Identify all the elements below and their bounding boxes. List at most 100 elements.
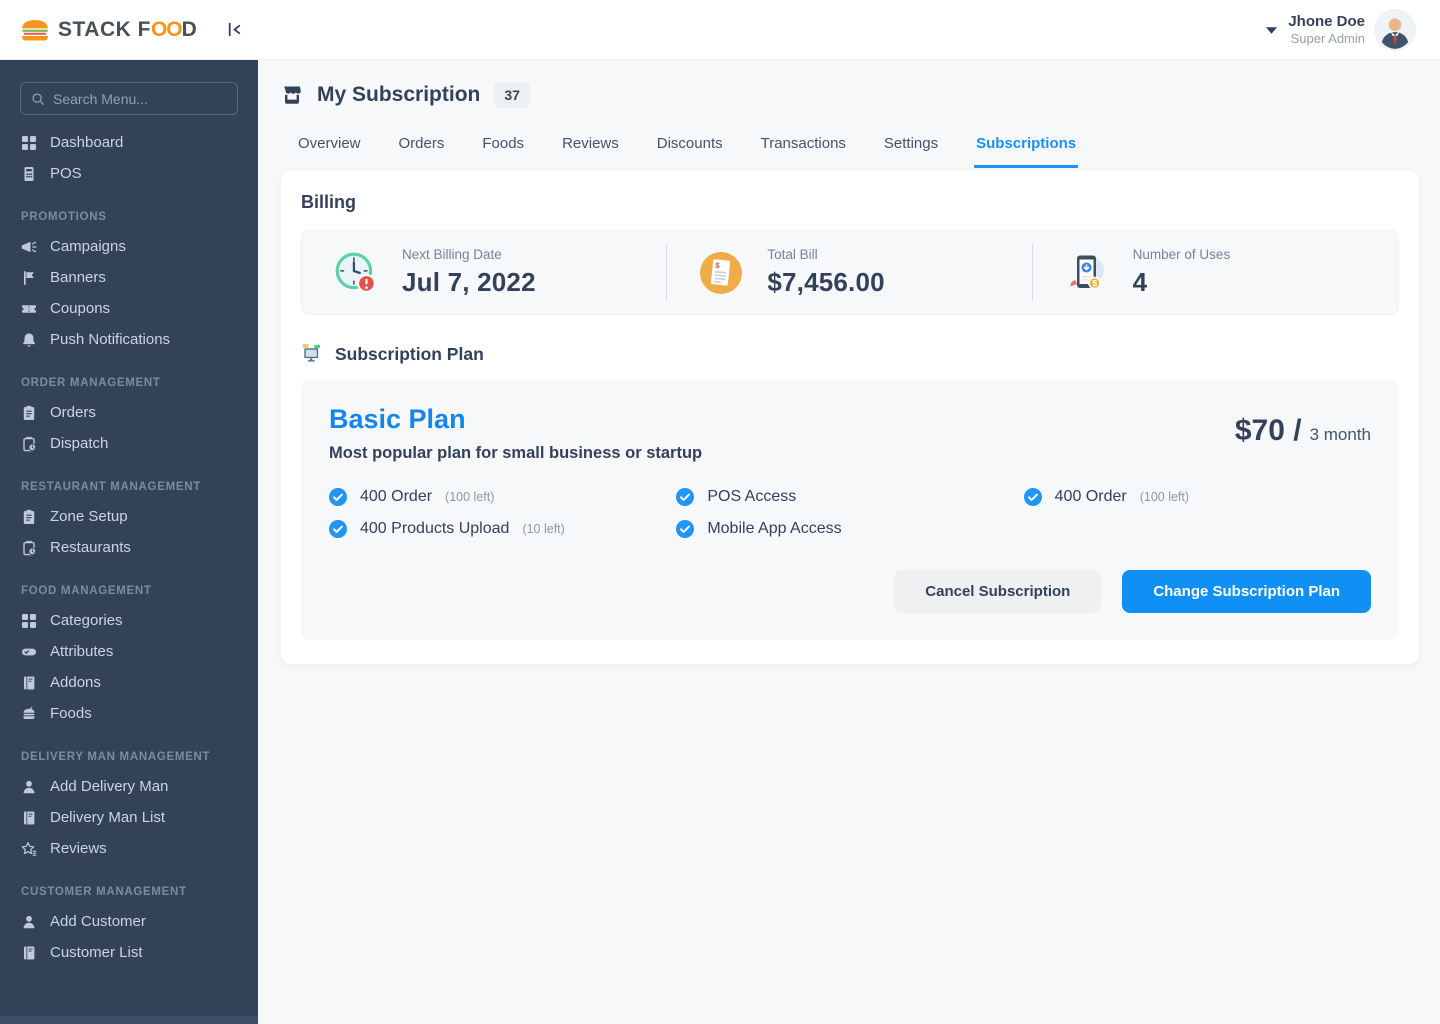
book-icon	[21, 675, 37, 691]
change-subscription-plan-button[interactable]: Change Subscription Plan	[1122, 570, 1371, 613]
burger-icon	[21, 706, 37, 722]
menu-search[interactable]	[20, 82, 238, 115]
sidebar-item-orders[interactable]: Orders	[0, 397, 258, 428]
sidebar-item-label: Customer List	[50, 944, 143, 961]
sidebar-section-title: PROMOTIONS	[21, 211, 107, 223]
topbar: STACK FOOD Jhone Doe Super Admin	[0, 0, 1440, 60]
sidebar-item-reviews[interactable]: Reviews	[0, 833, 258, 864]
sidebar-item-coupons[interactable]: Coupons	[0, 293, 258, 324]
search-input[interactable]	[53, 90, 234, 107]
sidebar: Dashboard POS PROMOTIONS Campaigns Banners Co…	[0, 60, 258, 1024]
feature-note: (100 left)	[445, 490, 495, 504]
megaphone-icon	[21, 239, 37, 255]
sidebar-item-dashboard[interactable]: Dashboard	[0, 127, 258, 158]
sidebar-item-pos[interactable]: POS	[0, 158, 258, 189]
sidebar-item-delivery-man-list[interactable]: Delivery Man List	[0, 802, 258, 833]
billing-stat-next-billing-date: Next Billing Date Jul 7, 2022	[302, 231, 668, 314]
sidebar-item-banners[interactable]: Banners	[0, 262, 258, 293]
billing-stat-number-of-uses: $ Number of Uses 4	[1033, 231, 1398, 314]
sidebar-section-title: CUSTOMER MANAGEMENT	[21, 886, 187, 898]
sidebar-item-push-notifications[interactable]: Push Notifications	[0, 324, 258, 355]
sidebar-item-attributes[interactable]: Attributes	[0, 636, 258, 667]
phone-dollar-icon: $	[1063, 249, 1111, 297]
monitor-chat-icon	[301, 343, 323, 365]
sidebar-item-label: Add Customer	[50, 913, 146, 930]
price-period: 3 month	[1309, 425, 1371, 444]
page-head: My Subscription 37	[281, 82, 1419, 108]
feature-text: 400 Order	[360, 488, 433, 505]
sidebar-item-label: Delivery Man List	[50, 809, 166, 826]
search-icon	[31, 92, 45, 106]
sidebar-item-dispatch[interactable]: Dispatch	[0, 428, 258, 459]
sidebar-item-add-customer[interactable]: Add Customer	[0, 906, 258, 937]
sidebar-collapse-icon[interactable]	[225, 21, 243, 39]
clipboard-icon	[21, 509, 37, 525]
stat-label: Number of Uses	[1132, 247, 1231, 262]
cancel-subscription-button[interactable]: Cancel Subscription	[894, 570, 1102, 613]
subscription-count-badge: 37	[494, 82, 530, 108]
tab-discounts[interactable]: Discounts	[655, 135, 725, 168]
sidebar-item-addons[interactable]: Addons	[0, 667, 258, 698]
sidebar-section-title: ORDER MANAGEMENT	[21, 377, 161, 389]
grid-icon	[21, 613, 37, 629]
tab-foods[interactable]: Foods	[480, 135, 526, 168]
svg-text:$: $	[1092, 278, 1097, 288]
sidebar-item-categories[interactable]: Categories	[0, 605, 258, 636]
sidebar-item-label: Foods	[50, 705, 92, 722]
check-icon	[1023, 488, 1042, 506]
sidebar-item-campaigns[interactable]: Campaigns	[0, 231, 258, 262]
tab-transactions[interactable]: Transactions	[759, 135, 848, 168]
bell-icon	[21, 332, 37, 348]
brand-name: STACK FOOD	[58, 18, 198, 41]
clipboard-clock-icon	[21, 540, 37, 556]
clipboard-clock-icon	[21, 436, 37, 452]
plan-panel: Basic Plan Most popular plan for small b…	[301, 380, 1399, 640]
sidebar-nav: Dashboard POS PROMOTIONS Campaigns Banners Co…	[0, 127, 258, 968]
check-icon	[676, 520, 695, 538]
sidebar-item-customer-list[interactable]: Customer List	[0, 937, 258, 968]
check-icon	[329, 488, 347, 506]
tab-orders[interactable]: Orders	[397, 135, 447, 168]
sidebar-section-title: DELIVERY MAN MANAGEMENT	[21, 751, 211, 763]
sidebar-item-label: POS	[50, 165, 82, 182]
brand-logo[interactable]: STACK FOOD	[20, 0, 197, 60]
check-icon	[676, 488, 695, 506]
plan-feature: Mobile App Access	[676, 520, 1023, 538]
plan-price: $70 / 3 month	[1235, 414, 1371, 448]
sidebar-item-foods[interactable]: Foods	[0, 698, 258, 729]
tab-subscriptions[interactable]: Subscriptions	[974, 135, 1079, 168]
feature-text: POS Access	[707, 488, 797, 505]
sidebar-partial-item[interactable]	[0, 1016, 258, 1024]
caret-down-icon	[1266, 26, 1278, 34]
sidebar-item-label: Attributes	[50, 643, 114, 660]
burger-logo-icon	[20, 18, 50, 42]
sidebar-item-zone-setup[interactable]: Zone Setup	[0, 501, 258, 532]
feature-text: Mobile App Access	[707, 520, 842, 537]
grid-icon	[21, 135, 37, 151]
ticket-icon	[21, 301, 37, 317]
sidebar-item-label: Dashboard	[50, 134, 124, 151]
user-menu[interactable]: Jhone Doe Super Admin	[1266, 0, 1414, 60]
star-icon	[21, 841, 37, 857]
billing-heading: Billing	[301, 192, 356, 212]
flag-icon	[21, 270, 37, 286]
tab-overview[interactable]: Overview	[296, 135, 363, 168]
sidebar-item-add-delivery-man[interactable]: Add Delivery Man	[0, 771, 258, 802]
subscription-plan-head: Subscription Plan	[301, 343, 1399, 365]
tab-reviews[interactable]: Reviews	[560, 135, 621, 168]
sidebar-item-restaurants[interactable]: Restaurants	[0, 532, 258, 563]
tab-settings[interactable]: Settings	[882, 135, 940, 168]
sidebar-item-label: Reviews	[50, 840, 107, 857]
feature-note: (10 left)	[522, 522, 565, 536]
plan-name: Basic Plan	[329, 404, 466, 434]
clock-alert-icon	[332, 249, 380, 297]
plan-feature: 400 Order (100 left)	[1023, 488, 1371, 506]
plan-feature: 400 Products Upload (10 left)	[329, 520, 676, 538]
plan-feature: 400 Order (100 left)	[329, 488, 676, 506]
plan-description: Most popular plan for small business or …	[329, 444, 703, 462]
sidebar-item-label: Coupons	[50, 300, 111, 317]
stat-label: Total Bill	[767, 247, 818, 262]
feature-text: 400 Products Upload	[360, 520, 510, 537]
toggle-icon	[21, 644, 37, 660]
check-icon	[329, 520, 347, 538]
